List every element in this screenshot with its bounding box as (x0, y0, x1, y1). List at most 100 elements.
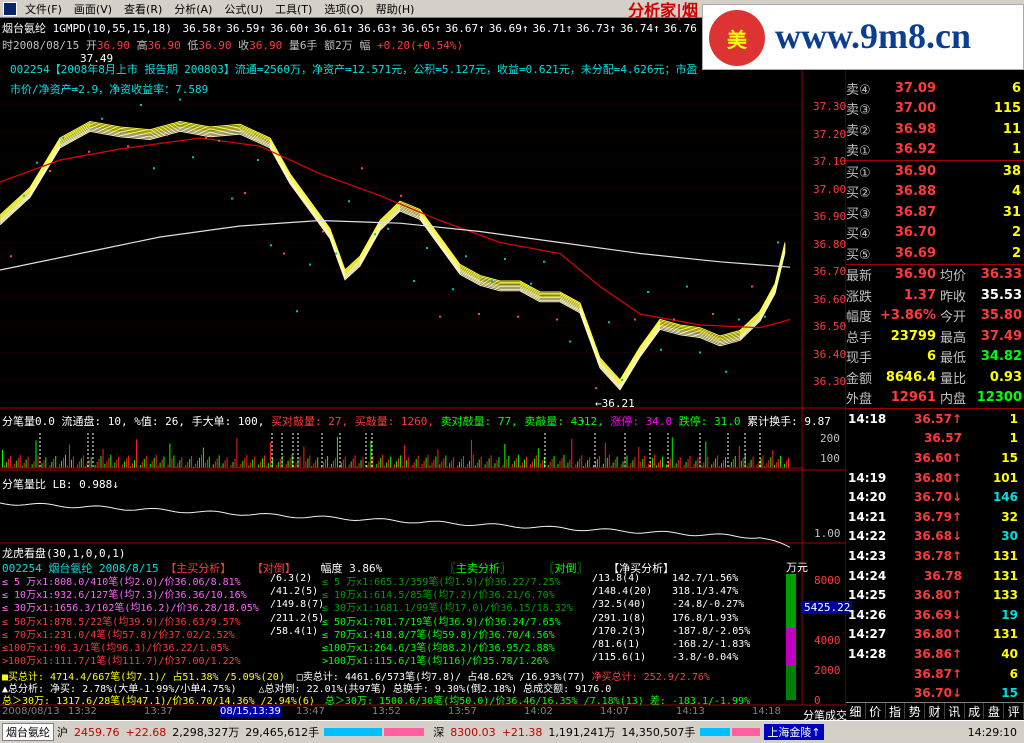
tick-dot (712, 313, 714, 315)
volume-bar (518, 454, 520, 468)
lhk-sum3: 总＞30万: 1317.6/28笔(均47.1)/价36.70/14.36% /… (2, 692, 750, 707)
tick-dot (23, 194, 25, 197)
bid-row[interactable]: 买⑤ 36.69 2 (846, 243, 1024, 264)
volume-bar (15, 460, 17, 468)
volume-bar (449, 463, 451, 468)
menu-view[interactable]: 画面(V) (68, 1, 118, 17)
quote-tab[interactable]: 讯 (945, 703, 965, 719)
menu-options[interactable]: 选项(O) (318, 1, 369, 17)
stat-key2: 均价 (940, 269, 967, 285)
quote-tab[interactable]: 势 (905, 703, 926, 719)
tick-dot (634, 318, 636, 321)
volume-bar (88, 460, 90, 468)
stat-row: 外盘 12961 内盘 12300 (846, 388, 1024, 409)
volume-bar (602, 463, 604, 468)
bid-row[interactable]: 买① 36.90 38 (846, 161, 1024, 182)
tick-row[interactable]: 36.57 1 (846, 429, 1024, 449)
tick-row[interactable]: 36.70↓ 15 (846, 683, 1024, 703)
volume-bar (539, 463, 541, 468)
price-tick: 36.60 (813, 292, 847, 306)
tick-price: 36.70↓ (913, 490, 962, 505)
ribbon-line (0, 127, 786, 388)
volume-bar (132, 463, 133, 468)
tick-row[interactable]: 14:23 36.78↑ 131 (846, 546, 1024, 566)
ask-price: 37.09 (894, 80, 936, 96)
quote-tab[interactable]: 成 (965, 703, 985, 719)
bid-volume: 2 (1011, 225, 1021, 241)
menu-help[interactable]: 帮助(H) (370, 1, 421, 17)
volume-bar (55, 456, 57, 468)
sz-bar2 (732, 728, 761, 736)
tick-dot (556, 318, 558, 321)
tick-row[interactable]: 14:22 36.68↓ 30 (846, 527, 1024, 547)
volume-bar (372, 456, 374, 468)
menu-analysis[interactable]: 分析(A) (168, 1, 218, 17)
volume-bar (262, 458, 263, 468)
bid-row[interactable]: 买④ 36.70 2 (846, 223, 1024, 244)
mini-tick: 2000 (814, 664, 841, 677)
quote-tab[interactable]: 细 (846, 703, 866, 719)
vol-title: 分笔量0.0 流通盘: 10, %值: 26, 手大单: 100, (2, 415, 265, 428)
mini-value: 5425.22 (802, 601, 853, 614)
volume-bar (526, 456, 527, 468)
volume-bar (376, 463, 378, 468)
stat-key2: 昨收 (940, 289, 967, 305)
quote-tab[interactable]: 价 (866, 703, 886, 719)
tick-row[interactable]: 36.87↑ 6 (846, 664, 1024, 684)
tick-row[interactable]: 14:18 36.57↑ 1 (846, 409, 1024, 429)
tick-row[interactable]: 14:21 36.79↑ 32 (846, 507, 1024, 527)
volume-bar (110, 454, 112, 468)
ask-row[interactable]: 卖③ 37.00 115 (846, 99, 1024, 120)
ask-row[interactable]: 卖① 36.92 1 (846, 140, 1024, 161)
volume-bar (108, 457, 110, 468)
quote-tab[interactable]: 评 (1004, 703, 1024, 719)
volume-bar (405, 460, 407, 468)
tick-list[interactable]: 14:18 36.57↑ 1 36.57 1 36.60↑ 15 14:19 36.80↑ 101… (846, 409, 1024, 723)
mini-bar (786, 574, 796, 700)
ma-value: 36.61↑ (313, 22, 354, 35)
menu-formula[interactable]: 公式(U) (218, 1, 269, 17)
tick-row[interactable]: 14:28 36.86↑ 40 (846, 644, 1024, 664)
menu-tools[interactable]: 工具(T) (269, 1, 318, 17)
volume-bar (277, 462, 279, 468)
volume-bar (295, 462, 297, 468)
tick-dot (751, 285, 753, 288)
tick-row[interactable]: 14:24 36.78 131 (846, 566, 1024, 586)
tick-row[interactable]: 14:25 36.80↑ 133 (846, 585, 1024, 605)
volume-bar (697, 457, 699, 468)
stock-tab[interactable]: 烟台氨纶 (2, 723, 54, 741)
quote-tab[interactable]: 指 (886, 703, 906, 719)
ask-row[interactable]: 卖② 36.98 11 (846, 119, 1024, 140)
stat-key: 幅度 (846, 310, 873, 326)
vol-turnover: 累计换手: 9.87 (747, 415, 831, 428)
price-tick: 37.30 (813, 100, 847, 113)
bid-row[interactable]: 买② 36.88 4 (846, 182, 1024, 203)
volume-bar (153, 457, 155, 468)
sz-index: 8300.03 (450, 725, 496, 739)
volume-bar (715, 458, 717, 468)
quote-tab[interactable]: 财 (925, 703, 945, 719)
tick-row[interactable]: 36.60↑ 15 (846, 448, 1024, 468)
volume-bar (189, 459, 191, 468)
volume-bar (37, 455, 39, 468)
ask-row[interactable]: 卖④ 37.09 6 (846, 78, 1024, 99)
quote-tab[interactable]: 盘 (984, 703, 1005, 719)
tick-row[interactable]: 14:19 36.80↑ 101 (846, 468, 1024, 488)
news-ticker[interactable]: 上海金陵↑ (764, 724, 824, 740)
ribbon-line (0, 123, 786, 384)
tick-row[interactable]: 14:27 36.80↑ 131 (846, 625, 1024, 645)
bid-row[interactable]: 买③ 36.87 31 (846, 202, 1024, 223)
bid-list: 买① 36.90 38 买② 36.88 4 买③ 36.87 31 买④ 36.70 2 买⑤ 36.6… (846, 161, 1024, 264)
volume-bar (208, 456, 210, 468)
volume-bar (665, 464, 667, 468)
volume-bar (143, 459, 145, 468)
stat-value2: 34.82 (980, 349, 1022, 365)
tick-row[interactable]: 14:20 36.70↓ 146 (846, 487, 1024, 507)
tick-row[interactable]: 14:26 36.69↓ 19 (846, 605, 1024, 625)
menu-look[interactable]: 查看(R) (118, 1, 168, 17)
menu-file[interactable]: 文件(F) (19, 1, 68, 17)
ohlc-close-label: 收 (238, 39, 250, 52)
lhk-sell-dd: /170.2(3) (592, 625, 647, 637)
ma-value: 36.67↑ (444, 22, 485, 35)
stat-row: 涨跌 1.37 昨收 35.53 (846, 285, 1024, 306)
